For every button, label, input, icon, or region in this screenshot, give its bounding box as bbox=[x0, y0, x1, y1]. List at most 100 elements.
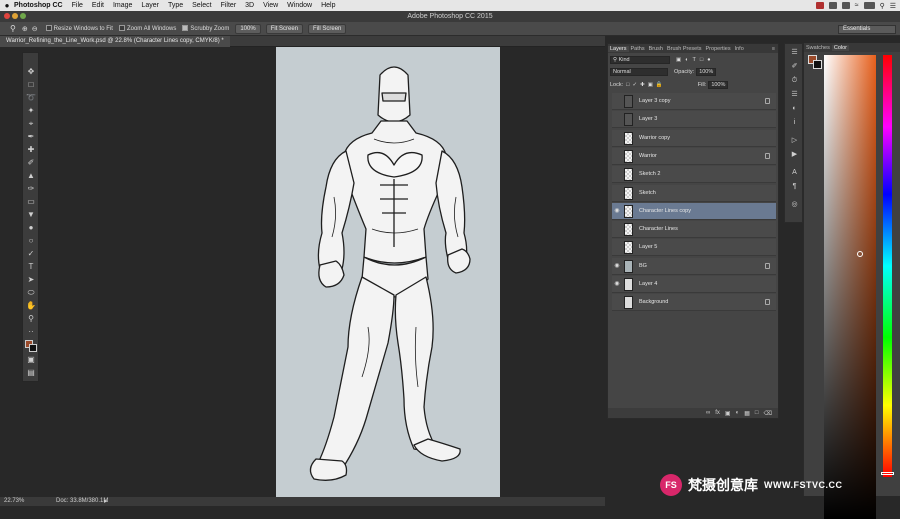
menu-view[interactable]: View bbox=[263, 2, 278, 9]
menu-select[interactable]: Select bbox=[192, 2, 211, 9]
blur-tool-icon[interactable]: ● bbox=[26, 223, 36, 233]
tab-layers[interactable]: Layers bbox=[608, 45, 629, 52]
record-icon[interactable] bbox=[815, 2, 824, 9]
color-picker-handle[interactable] bbox=[857, 251, 863, 257]
zoom-tool-icon[interactable]: ⚲ bbox=[10, 24, 16, 33]
quick-select-tool-icon[interactable]: ✦ bbox=[26, 106, 36, 116]
filter-icons[interactable]: ▣◐T□● bbox=[676, 57, 715, 63]
tab-properties[interactable]: Properties bbox=[704, 46, 733, 52]
layer-name[interactable]: Character Lines bbox=[639, 221, 678, 238]
layer-thumbnail[interactable] bbox=[624, 149, 633, 163]
eyedropper-tool-icon[interactable]: ✒ bbox=[26, 132, 36, 142]
quick-mask-icon[interactable]: ▣ bbox=[26, 355, 36, 365]
trash-icon[interactable]: ⌫ bbox=[764, 410, 772, 417]
eye-icon[interactable]: ◉ bbox=[613, 263, 621, 270]
eye-hidden-icon[interactable] bbox=[613, 153, 621, 160]
group-icon[interactable]: ▦ bbox=[744, 410, 750, 417]
eraser-tool-icon[interactable]: ▭ bbox=[26, 197, 36, 207]
layer-name[interactable]: Warrior bbox=[639, 148, 657, 165]
wifi-icon[interactable]: ≈ bbox=[855, 2, 859, 9]
eye-hidden-icon[interactable] bbox=[613, 116, 621, 123]
fx-icon[interactable]: fx bbox=[715, 410, 720, 416]
properties-icon[interactable]: ☰ bbox=[790, 90, 799, 99]
character-icon[interactable]: A bbox=[790, 168, 799, 177]
fit-screen-button[interactable]: Fit Screen bbox=[265, 23, 304, 34]
tab-brush[interactable]: Brush bbox=[647, 46, 665, 52]
eye-hidden-icon[interactable] bbox=[613, 244, 621, 251]
adjustments-icon[interactable]: ◐ bbox=[790, 104, 799, 113]
path-select-tool-icon[interactable]: ➤ bbox=[26, 275, 36, 285]
layer-row[interactable]: Sketch 2 bbox=[612, 166, 776, 184]
more-tools-icon[interactable]: ·· bbox=[26, 327, 36, 337]
document-canvas[interactable] bbox=[276, 47, 500, 497]
layer-name[interactable]: Sketch 2 bbox=[639, 166, 660, 183]
zoom-in-icon[interactable]: ⊕ bbox=[22, 25, 28, 33]
minimize-window-button[interactable] bbox=[12, 13, 18, 19]
layer-row[interactable]: ◉ Layer 4 bbox=[612, 276, 776, 293]
zoom-tool-panel-icon[interactable]: ⚲ bbox=[26, 314, 36, 324]
zoom-out-icon[interactable]: ⊖ bbox=[32, 25, 38, 33]
clone-stamp-tool-icon[interactable]: ▲ bbox=[26, 171, 36, 181]
layer-row[interactable]: Sketch bbox=[612, 184, 776, 202]
brush-panel-icon[interactable]: ✐ bbox=[790, 62, 799, 71]
notification-icon[interactable]: ☰ bbox=[890, 2, 896, 10]
shape-tool-icon[interactable]: ⬭ bbox=[26, 288, 36, 298]
eye-hidden-icon[interactable] bbox=[613, 98, 621, 105]
menu-window[interactable]: Window bbox=[287, 2, 312, 9]
layer-row[interactable]: Warrior bbox=[612, 147, 776, 165]
new-layer-icon[interactable]: □ bbox=[755, 410, 759, 416]
menu-help[interactable]: Help bbox=[321, 2, 335, 9]
status-arrow-icon[interactable]: ▸ bbox=[104, 497, 108, 506]
layer-name[interactable]: Warrior copy bbox=[639, 130, 670, 147]
history-brush-tool-icon[interactable]: ✑ bbox=[26, 184, 36, 194]
menu-3d[interactable]: 3D bbox=[245, 2, 254, 9]
eye-icon[interactable]: ◉ bbox=[613, 208, 621, 215]
lock-icons[interactable]: □✓✚▣🔒 bbox=[626, 82, 666, 88]
layer-thumbnail[interactable] bbox=[624, 278, 633, 291]
layer-name[interactable]: Background bbox=[639, 294, 668, 311]
layer-name[interactable]: Layer 3 bbox=[639, 111, 657, 128]
layer-name[interactable]: Sketch bbox=[639, 185, 656, 202]
panel-menu-icon[interactable]: ≡ bbox=[772, 46, 778, 52]
layer-thumbnail[interactable] bbox=[624, 241, 633, 255]
layer-row[interactable]: ◉ Character Lines copy bbox=[612, 202, 776, 220]
move-tool-icon[interactable]: ✥ bbox=[26, 67, 36, 77]
eye-icon[interactable]: ◉ bbox=[613, 281, 621, 288]
layer-thumbnail[interactable] bbox=[624, 131, 633, 145]
link-icon[interactable]: ∞ bbox=[706, 410, 710, 416]
eye-hidden-icon[interactable] bbox=[613, 190, 621, 197]
layer-thumbnail[interactable] bbox=[624, 204, 633, 218]
layer-thumbnail[interactable] bbox=[624, 223, 633, 237]
zoom-level[interactable]: 22.73% bbox=[4, 497, 24, 506]
background-color-swatch[interactable] bbox=[29, 344, 37, 352]
layer-row[interactable]: Layer 3 copy bbox=[612, 93, 776, 110]
app-menu[interactable]: Photoshop CC bbox=[14, 2, 63, 9]
color-field[interactable] bbox=[824, 55, 876, 519]
tab-color[interactable]: Color bbox=[831, 44, 850, 51]
zoom-100-button[interactable]: 100% bbox=[235, 23, 261, 34]
pen-tool-icon[interactable]: ✓ bbox=[26, 249, 36, 259]
scrubby-zoom-checkbox[interactable]: Scrubby Zoom bbox=[182, 25, 229, 32]
display-icon[interactable] bbox=[828, 2, 837, 9]
paragraph-icon[interactable]: ¶ bbox=[790, 182, 799, 191]
zoom-all-checkbox[interactable]: Zoom All Windows bbox=[118, 25, 176, 32]
airplay-icon[interactable] bbox=[841, 2, 850, 9]
mask-icon[interactable]: ▣ bbox=[725, 410, 731, 417]
close-window-button[interactable] bbox=[4, 13, 10, 19]
paint-bucket-tool-icon[interactable]: ▼ bbox=[26, 210, 36, 220]
clone-source-icon[interactable]: ◎ bbox=[790, 200, 799, 209]
workspace-select[interactable]: Essentials bbox=[838, 25, 896, 34]
tab-paths[interactable]: Paths bbox=[629, 46, 647, 52]
zoom-window-button[interactable] bbox=[20, 13, 26, 19]
menu-image[interactable]: Image bbox=[113, 2, 132, 9]
layer-thumbnail[interactable] bbox=[624, 296, 633, 310]
layer-name[interactable]: Layer 5 bbox=[639, 239, 657, 256]
opacity-input[interactable]: 100% bbox=[696, 67, 717, 76]
menu-edit[interactable]: Edit bbox=[92, 2, 104, 9]
layer-row[interactable]: Character Lines bbox=[612, 221, 776, 239]
fill-input[interactable]: 100% bbox=[708, 80, 729, 89]
dodge-tool-icon[interactable]: ○ bbox=[26, 236, 36, 246]
brush-tool-icon[interactable]: ✐ bbox=[26, 158, 36, 168]
tab-swatches[interactable]: Swatches bbox=[804, 45, 832, 51]
marquee-tool-icon[interactable]: □ bbox=[26, 80, 36, 90]
